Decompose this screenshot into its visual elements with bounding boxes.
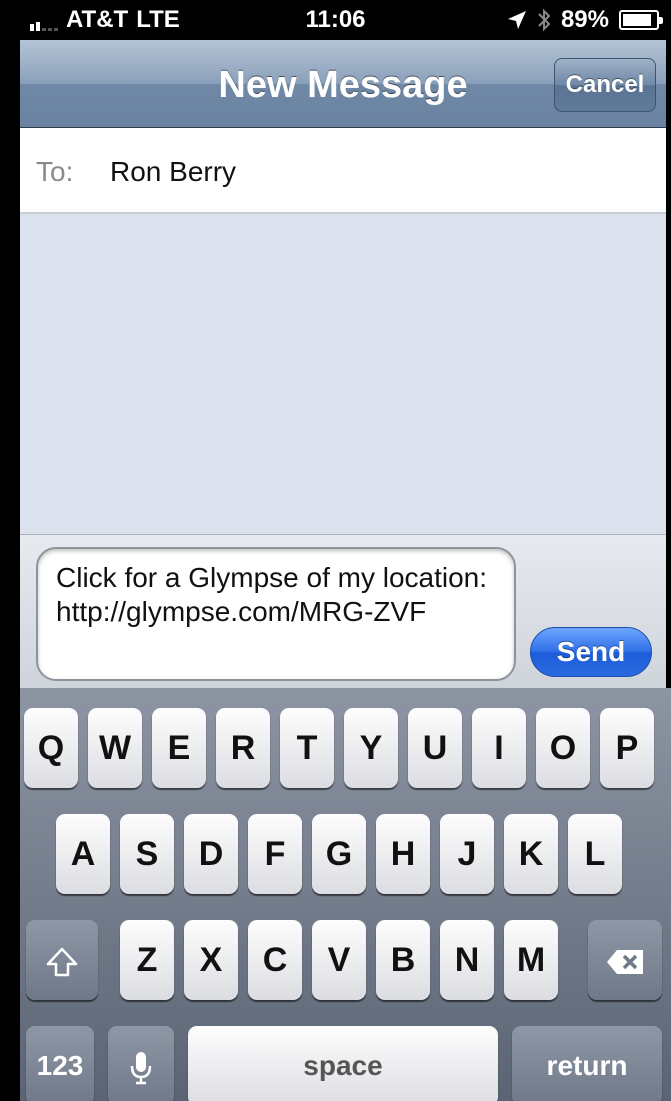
numbers-key[interactable]: 123 (26, 1026, 94, 1101)
key-d[interactable]: D (184, 814, 238, 894)
to-label: To: (36, 156, 74, 187)
key-y[interactable]: Y (344, 708, 398, 788)
cancel-button[interactable]: Cancel (554, 58, 656, 112)
key-m[interactable]: M (504, 920, 558, 1000)
conversation-area (20, 214, 666, 534)
delete-key[interactable] (588, 920, 662, 1000)
key-u[interactable]: U (408, 708, 462, 788)
space-key[interactable]: space (188, 1026, 498, 1101)
key-v[interactable]: V (312, 920, 366, 1000)
microphone-icon (130, 1051, 152, 1084)
battery-icon (619, 10, 663, 30)
key-t[interactable]: T (280, 708, 334, 788)
key-a[interactable]: A (56, 814, 110, 894)
message-input[interactable]: Click for a Glympse of my location: http… (36, 547, 516, 681)
key-b[interactable]: B (376, 920, 430, 1000)
location-arrow-icon (507, 11, 526, 29)
status-right: 89% (507, 6, 663, 34)
key-f[interactable]: F (248, 814, 302, 894)
status-bar: AT&T LTE 11:06 89% (0, 0, 671, 40)
nav-bar: New Message Cancel (20, 40, 666, 128)
key-o[interactable]: O (536, 708, 590, 788)
key-q[interactable]: Q (24, 708, 78, 788)
battery-fill (623, 14, 652, 26)
key-j[interactable]: J (440, 814, 494, 894)
key-r[interactable]: R (216, 708, 270, 788)
send-button[interactable]: Send (530, 627, 652, 677)
key-h[interactable]: H (376, 814, 430, 894)
recipient-value[interactable]: Ron Berry (110, 156, 236, 188)
shift-icon (46, 947, 78, 976)
key-g[interactable]: G (312, 814, 366, 894)
key-z[interactable]: Z (120, 920, 174, 1000)
key-w[interactable]: W (88, 708, 142, 788)
keyboard: Q W E R T Y U I O P A S D F G H J K L Z … (20, 688, 671, 1101)
dictation-key[interactable] (108, 1026, 174, 1101)
return-key[interactable]: return (512, 1026, 662, 1101)
key-n[interactable]: N (440, 920, 494, 1000)
key-l[interactable]: L (568, 814, 622, 894)
battery-percent: 89% (560, 6, 609, 33)
key-p[interactable]: P (600, 708, 654, 788)
key-i[interactable]: I (472, 708, 526, 788)
backspace-icon (607, 949, 643, 974)
bluetooth-icon (538, 8, 551, 32)
key-s[interactable]: S (120, 814, 174, 894)
shift-key[interactable] (26, 920, 98, 1000)
key-k[interactable]: K (504, 814, 558, 894)
recipient-field[interactable]: To: Ron Berry (20, 128, 666, 214)
key-c[interactable]: C (248, 920, 302, 1000)
key-x[interactable]: X (184, 920, 238, 1000)
compose-bar: Click for a Glympse of my location: http… (20, 534, 666, 688)
key-e[interactable]: E (152, 708, 206, 788)
